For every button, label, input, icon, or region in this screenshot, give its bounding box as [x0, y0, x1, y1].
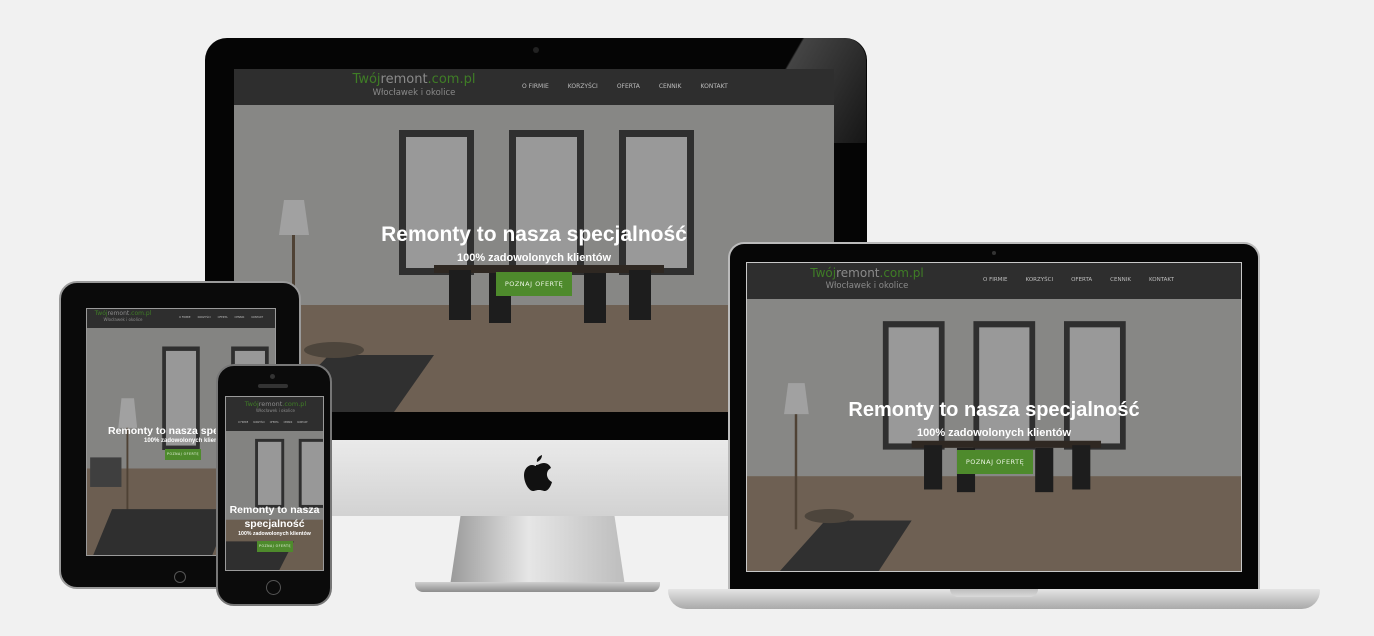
- hero-headline: Remonty to nasza specjalność: [848, 399, 1140, 421]
- hero-section: Remonty to nasza specjalność 100% zadowo…: [747, 299, 1241, 571]
- nav-item-kontakt[interactable]: KONTAKT: [1149, 277, 1174, 283]
- nav-item-korzysci[interactable]: KORZYŚCI: [198, 316, 211, 319]
- nav-item-oferta[interactable]: OFERTA: [270, 421, 279, 424]
- nav-item-o-firmie[interactable]: O FIRMIE: [238, 421, 248, 424]
- site-logo[interactable]: Twójremont.com.pl Włocławek i okolice: [334, 73, 494, 98]
- imac-stand: [450, 516, 625, 586]
- nav-item-o-firmie[interactable]: O FIRMIE: [179, 316, 191, 319]
- cta-button[interactable]: POZNAJ OFERTĘ: [496, 272, 572, 296]
- site-menu: O FIRMIE KORZYŚCI OFERTA CENNIK KONTAKT: [983, 277, 1174, 283]
- hero-headline: Remonty to nasza specjalność: [229, 504, 320, 530]
- hero-subheadline: 100% zadowolonych klientów: [916, 427, 1072, 439]
- nav-item-oferta[interactable]: OFERTA: [218, 316, 228, 319]
- macbook-camera: [992, 251, 996, 255]
- cta-button[interactable]: POZNAJ OFERTĘ: [957, 450, 1033, 474]
- nav-item-kontakt[interactable]: KONTAKT: [297, 421, 307, 424]
- site-navbar: Twójremont.com.pl Włocławek i okolice O …: [747, 263, 1241, 299]
- iphone-camera: [270, 374, 275, 379]
- iphone-speaker: [258, 384, 288, 388]
- macbook-notch: [950, 589, 1038, 597]
- nav-item-o-firmie[interactable]: O FIRMIE: [983, 277, 1008, 283]
- device-mockup-stage: Twójremont.com.pl Włocławek i okolice O …: [0, 0, 1374, 636]
- nav-item-o-firmie[interactable]: O FIRMIE: [522, 83, 549, 90]
- nav-item-kontakt[interactable]: KONTAKT: [701, 83, 728, 90]
- site-menu: O FIRMIE KORZYŚCI OFERTA CENNIK KONTAKT: [238, 421, 308, 424]
- site-logo[interactable]: Twójremont.com.pl Włocławek i okolice: [226, 401, 323, 413]
- nav-item-cennik[interactable]: CENNIK: [1110, 277, 1131, 283]
- apple-logo-icon: [524, 455, 552, 491]
- site-logo[interactable]: Twójremont.com.pl Włocławek i okolice: [807, 267, 927, 291]
- site-navbar: Twójremont.com.pl Włocławek i okolice O …: [87, 309, 275, 328]
- macbook-screen: Twójremont.com.pl Włocławek i okolice O …: [746, 262, 1242, 572]
- nav-item-korzysci[interactable]: KORZYŚCI: [253, 421, 265, 424]
- site-navbar: Twójremont.com.pl Włocławek i okolice O …: [226, 397, 323, 431]
- site-navbar: Twójremont.com.pl Włocławek i okolice O …: [234, 69, 834, 105]
- nav-item-cennik[interactable]: CENNIK: [284, 421, 293, 424]
- site-menu: O FIRMIE KORZYŚCI OFERTA CENNIK KONTAKT: [179, 316, 263, 319]
- imac-foot: [415, 582, 660, 592]
- iphone-screen: Twójremont.com.pl Włocławek i okolice O …: [225, 396, 324, 571]
- nav-item-oferta[interactable]: OFERTA: [617, 83, 640, 90]
- nav-item-oferta[interactable]: OFERTA: [1071, 277, 1092, 283]
- ipad-home-button: [174, 571, 186, 583]
- site-menu: O FIRMIE KORZYŚCI OFERTA CENNIK KONTAKT: [522, 83, 728, 90]
- hero-section: Remonty to nasza specjalność 100% zadowo…: [226, 431, 323, 570]
- imac-camera: [533, 47, 539, 53]
- nav-item-cennik[interactable]: CENNIK: [235, 316, 245, 319]
- nav-item-korzysci[interactable]: KORZYŚCI: [568, 83, 598, 90]
- cta-button[interactable]: POZNAJ OFERTĘ: [257, 541, 293, 552]
- cta-button[interactable]: POZNAJ OFERTĘ: [165, 449, 201, 460]
- site-logo[interactable]: Twójremont.com.pl Włocławek i okolice: [93, 310, 153, 322]
- nav-item-cennik[interactable]: CENNIK: [659, 83, 682, 90]
- nav-item-korzysci[interactable]: KORZYŚCI: [1026, 277, 1054, 283]
- nav-item-kontakt[interactable]: KONTAKT: [251, 316, 263, 319]
- iphone-home-button: [266, 580, 281, 595]
- hero-subheadline: 100% zadowolonych klientów: [238, 531, 311, 537]
